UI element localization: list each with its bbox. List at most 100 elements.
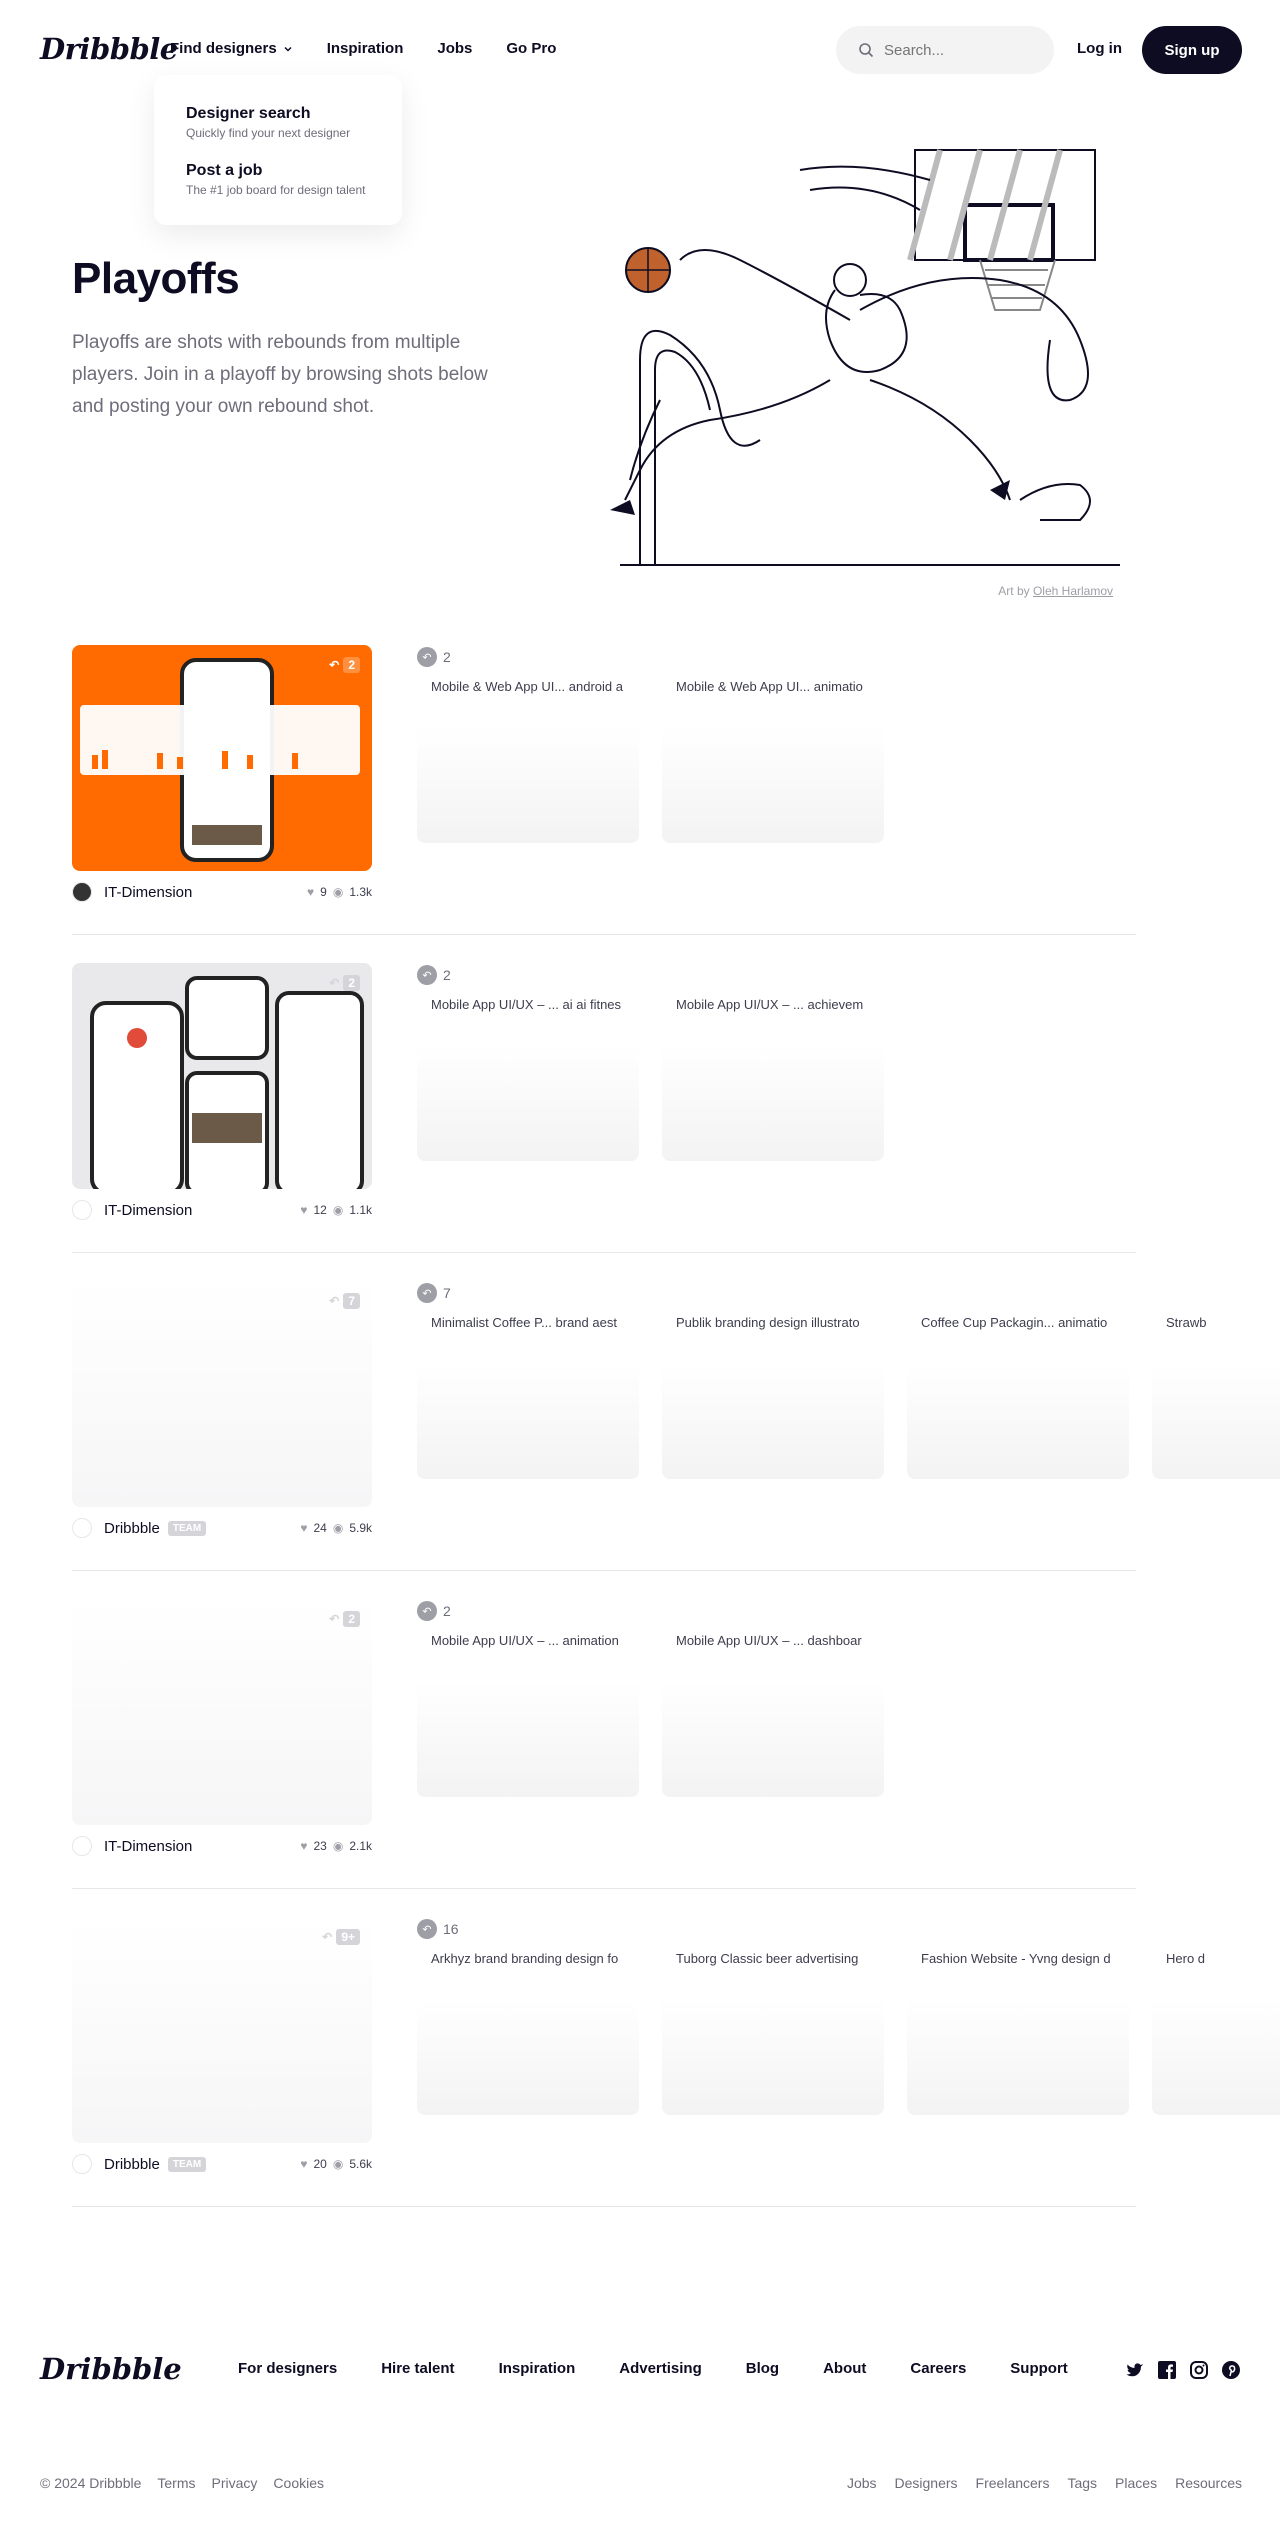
author-name[interactable]: Dribbble [104,2156,160,2173]
footer-link[interactable]: Careers [910,2360,966,2377]
likes-count: 23 [313,1839,327,1853]
find-designers-dropdown: Designer search Quickly find your next d… [154,75,402,225]
nav-find-designers[interactable]: Find designers [170,40,293,57]
instagram-icon[interactable] [1189,2360,1209,2380]
author-name[interactable]: Dribbble [104,1520,160,1537]
nav-inspiration[interactable]: Inspiration [327,40,404,57]
footer-bottom: © 2024 Dribbble Terms Privacy Cookies Jo… [40,2475,1242,2491]
nav-links: Find designers Inspiration Jobs Go Pro [170,40,556,57]
cookies-link[interactable]: Cookies [273,2475,324,2491]
rebound-thumbnail-alt: Mobile App UI/UX – ... animation [431,1633,619,1648]
footer-logo[interactable]: Dribbble [40,2352,182,2386]
avatar[interactable] [72,882,92,902]
rebound-badge: ↶ 2 [329,975,360,991]
avatar[interactable] [72,1200,92,1220]
art-credit: Art by Oleh Harlamov [998,584,1113,598]
rebound-thumbnail[interactable]: Tuborg Classic beer advertising [662,1949,884,2115]
twitter-icon[interactable] [1125,2360,1145,2380]
rebound-icon: ↶ [417,1283,437,1303]
rebound-thumbnails: Mobile & Web App UI... android a Mobile … [417,677,1280,843]
footer-link[interactable]: Hire talent [381,2360,454,2377]
rebound-arrow-icon: ↶ [329,1612,340,1626]
heart-icon[interactable]: ♥ [300,1839,307,1853]
pinterest-icon[interactable] [1221,2360,1241,2380]
rebound-thumbnail-alt: Mobile & Web App UI... animatio [676,679,863,694]
rebound-thumbnail[interactable]: Mobile App UI/UX – ... achievem [662,995,884,1161]
avatar[interactable] [72,2154,92,2174]
footer-link[interactable]: Support [1010,2360,1068,2377]
rebound-thumbnail[interactable]: Strawb [1152,1313,1280,1479]
author-name[interactable]: IT-Dimension [104,1202,192,1219]
rebound-thumbnails: Mobile App UI/UX – ... ai ai fitnes Mobi… [417,995,1280,1161]
rebound-thumbnail[interactable]: Arkhyz brand branding design fo [417,1949,639,2115]
footer-bottom-link[interactable]: Freelancers [976,2475,1050,2491]
heart-icon[interactable]: ♥ [300,2157,307,2171]
footer-link[interactable]: Inspiration [499,2360,576,2377]
rebound-thumbnail-alt: Mobile App UI/UX – ... dashboar [676,1633,862,1648]
playoff-shot[interactable]: ↶ 2 [72,963,372,1189]
footer-bottom-link[interactable]: Tags [1067,2475,1097,2491]
rebound-thumbnail[interactable]: Mobile App UI/UX – ... ai ai fitnes [417,995,639,1161]
rebound-thumbnail[interactable]: Publik branding design illustrato [662,1313,884,1479]
dropdown-item-post-job[interactable]: Post a job The #1 job board for design t… [186,162,370,197]
playoff-shot[interactable]: ↶ 2 [72,645,372,871]
dropdown-item-designer-search[interactable]: Designer search Quickly find your next d… [186,105,370,140]
rebound-thumbnail-alt: Mobile App UI/UX – ... ai ai fitnes [431,997,622,1012]
rebound-arrow-icon: ↶ [329,658,340,672]
terms-link[interactable]: Terms [157,2475,195,2491]
rebound-count-value: 7 [443,1285,451,1301]
rebound-thumbnail[interactable]: Mobile App UI/UX – ... animation [417,1631,639,1797]
footer-link[interactable]: For designers [238,2360,337,2377]
privacy-link[interactable]: Privacy [212,2475,258,2491]
avatar[interactable] [72,1518,92,1538]
signup-button[interactable]: Sign up [1142,26,1242,74]
rebound-thumbnail[interactable]: Hero d [1152,1949,1280,2115]
rebound-count: ↶ 2 [417,647,451,667]
playoff-shot[interactable]: ↶ 9+ [72,1917,372,2143]
eye-icon: ◉ [332,1839,344,1853]
facebook-icon[interactable] [1157,2360,1177,2380]
author-name[interactable]: IT-Dimension [104,1838,192,1855]
rebound-count-value: 2 [443,649,451,665]
shot-preview-illustration [90,976,364,1189]
views-count: 5.6k [349,2157,372,2171]
rebound-thumbnail-alt: Mobile & Web App UI... android a [431,679,623,694]
rebound-count: ↶ 2 [417,965,451,985]
footer-link[interactable]: About [823,2360,866,2377]
nav-go-pro[interactable]: Go Pro [506,40,556,57]
rebound-icon: ↶ [417,1601,437,1621]
author-name[interactable]: IT-Dimension [104,884,192,901]
footer-link[interactable]: Blog [746,2360,779,2377]
search-bar[interactable] [836,26,1054,74]
footer-bottom-link[interactable]: Places [1115,2475,1157,2491]
footer-link[interactable]: Advertising [619,2360,702,2377]
rebound-count: ↶ 16 [417,1919,459,1939]
search-input[interactable] [884,41,1034,59]
avatar[interactable] [72,1836,92,1856]
shot-stats: ♥ 20 ◉ 5.6k [300,2157,372,2171]
rebound-thumbnail[interactable]: Coffee Cup Packagin... animatio [907,1313,1129,1479]
heart-icon[interactable]: ♥ [300,1521,307,1535]
shot-stats: ♥ 12 ◉ 1.1k [300,1203,372,1217]
nav-jobs[interactable]: Jobs [437,40,472,57]
shot-meta: IT-Dimension ♥ 9 ◉ 1.3k [72,881,372,903]
playoff-shot[interactable]: ↶ 7 [72,1281,372,1507]
footer-bottom-link[interactable]: Jobs [847,2475,877,2491]
rebound-thumbnail[interactable]: Mobile App UI/UX – ... dashboar [662,1631,884,1797]
rebound-thumbnail[interactable]: Mobile & Web App UI... android a [417,677,639,843]
heart-icon[interactable]: ♥ [300,1203,307,1217]
footer-bottom-link[interactable]: Resources [1175,2475,1242,2491]
footer-bottom-link[interactable]: Designers [895,2475,958,2491]
rebound-thumbnail[interactable]: Minimalist Coffee P... brand aest [417,1313,639,1479]
playoff-shot[interactable]: ↶ 2 [72,1599,372,1825]
rebound-thumbnail[interactable]: Fashion Website - Yvng design d [907,1949,1129,2115]
dribbble-logo[interactable]: Dribbble [40,32,178,66]
heart-icon[interactable]: ♥ [307,885,314,899]
login-link[interactable]: Log in [1077,40,1122,57]
rebound-thumbnail[interactable]: Mobile & Web App UI... animatio [662,677,884,843]
likes-count: 20 [313,2157,327,2171]
rebound-thumbnail-alt: Fashion Website - Yvng design d [921,1951,1111,1966]
art-credit-link[interactable]: Oleh Harlamov [1033,584,1113,598]
views-count: 2.1k [349,1839,372,1853]
eye-icon: ◉ [332,1521,344,1535]
